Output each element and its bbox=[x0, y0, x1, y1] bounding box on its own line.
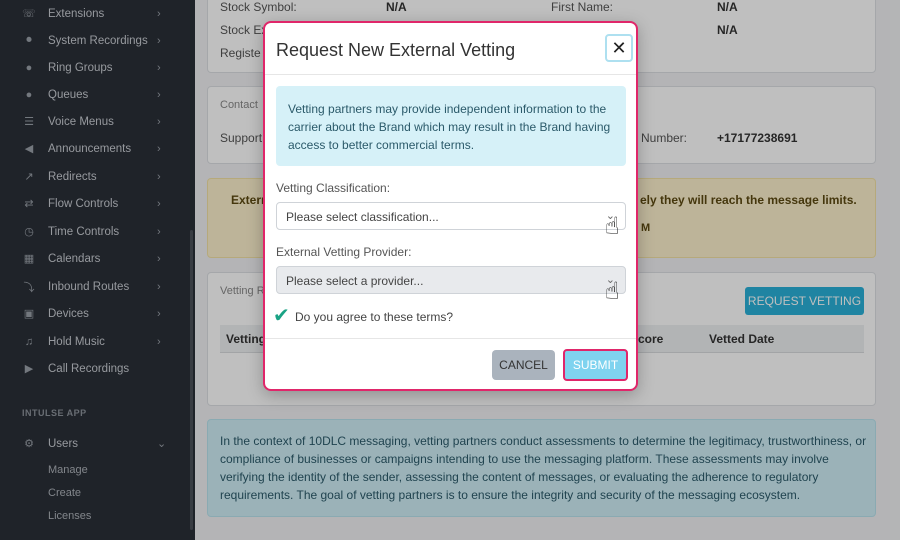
checkmark-icon[interactable]: ✔ bbox=[273, 303, 290, 328]
classification-select[interactable]: Please select classification... ⌄ bbox=[276, 202, 626, 230]
close-button[interactable]: ✕ bbox=[605, 34, 633, 62]
classification-label: Vetting Classification: bbox=[276, 181, 391, 195]
provider-select-value: Please select a provider... bbox=[286, 274, 424, 288]
modal-title: Request New External Vetting bbox=[276, 40, 516, 60]
cancel-button[interactable]: CANCEL bbox=[492, 350, 555, 380]
classification-select-value: Please select classification... bbox=[286, 210, 439, 224]
modal-footer-divider bbox=[265, 338, 636, 339]
hand-pointer-icon: ☝ bbox=[605, 278, 620, 305]
provider-select[interactable]: Please select a provider... ⌄ bbox=[276, 266, 626, 294]
terms-checkbox-label[interactable]: Do you agree to these terms? bbox=[295, 310, 453, 324]
provider-label: External Vetting Provider: bbox=[276, 245, 412, 259]
close-icon: ✕ bbox=[611, 37, 627, 58]
submit-button[interactable]: SUBMIT bbox=[563, 349, 628, 381]
modal-info-box: Vetting partners may provide independent… bbox=[276, 86, 626, 166]
request-vetting-modal: Request New External Vetting ✕ Vetting p… bbox=[263, 21, 638, 391]
modal-header-divider bbox=[265, 74, 636, 75]
hand-pointer-icon: ☝ bbox=[605, 213, 620, 240]
